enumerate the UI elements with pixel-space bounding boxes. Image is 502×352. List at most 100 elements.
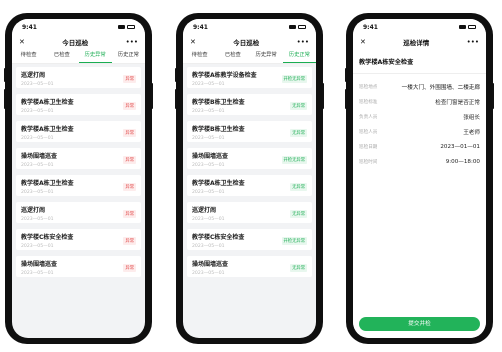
inspection-list: 教学楼A栋教学设备检查 2023—05—01 开检无异常 教学楼B栋卫生检查 2023…	[183, 64, 316, 277]
tab-checked[interactable]: 已检查	[216, 49, 249, 63]
more-icon[interactable]: •••	[467, 38, 479, 46]
item-date: 2023—05—01	[21, 244, 54, 249]
phone-side-button	[345, 68, 347, 82]
phone-side-button	[345, 89, 347, 109]
list-item[interactable]: 巡逻打闹 2023—05—01 异常	[16, 67, 141, 88]
status-badge: 异常	[123, 75, 136, 83]
phone-history-abnormal: 9:41 ✕ 今日巡检 ••• 待检查 已检查 历史异常 历史正常 巡逻打闹 20…	[4, 13, 153, 344]
status-badge: 无异常	[290, 102, 307, 110]
phone-side-button	[492, 83, 494, 109]
status-bar: 9:41	[353, 19, 486, 35]
row-value: 一楼大门、外围围墙、二楼走廊	[401, 84, 480, 91]
row-label: 巡检人员	[359, 129, 378, 135]
detail-heading: 教学楼A栋安全检查	[353, 49, 486, 74]
item-title: 教学楼A栋卫生检查	[21, 126, 74, 133]
list-item[interactable]: 教学楼A栋卫生检查 2023—05—01 异常	[16, 94, 141, 115]
status-time: 9:41	[363, 23, 378, 31]
submit-button[interactable]: 提交并检	[359, 317, 480, 331]
list-item[interactable]: 教学楼C栋安全检查 2023—05—01 异常	[16, 229, 141, 250]
item-title: 巡逻打闹	[21, 207, 46, 214]
phone-side-button	[151, 83, 153, 109]
battery-icon	[298, 25, 306, 29]
nav-bar: ✕ 今日巡检 •••	[12, 35, 145, 49]
item-title: 教学楼C栋安全检查	[21, 234, 74, 241]
list-item[interactable]: 教学楼B栋卫生检查 2023—05—01 无异常	[187, 121, 312, 142]
item-title: 教学楼A栋卫生检查	[21, 180, 74, 187]
detail-row-time: 巡检时间 9:00—18:00	[353, 154, 486, 169]
list-item[interactable]: 巡逻打闹 2023—05—01 无异常	[187, 202, 312, 223]
inspection-list: 巡逻打闹 2023—05—01 异常 教学楼A栋卫生检查 2023—05—01 异常 教…	[12, 64, 145, 277]
list-item[interactable]: 巡逻打闹 2023—05—01 异常	[16, 202, 141, 223]
phone-side-button	[175, 89, 177, 109]
status-badge: 无异常	[290, 129, 307, 137]
detail-row-date: 巡检日期 2023—01—01	[353, 139, 486, 154]
status-bar: 9:41	[12, 19, 145, 35]
status-badge: 开检无异常	[281, 75, 307, 83]
list-item[interactable]: 操场围墙巡查 2023—05—01 无异常	[187, 256, 312, 277]
list-item[interactable]: 教学楼A栋教学设备检查 2023—05—01 开检无异常	[187, 67, 312, 88]
status-icons	[289, 25, 306, 29]
page-title: 今日巡检	[233, 39, 260, 47]
detail-row-standard: 巡检标准 检查门窗是否正常	[353, 94, 486, 109]
page-title: 今日巡检	[62, 39, 89, 47]
tab-history-normal[interactable]: 历史正常	[282, 49, 316, 63]
close-icon[interactable]: ✕	[190, 38, 196, 46]
more-icon[interactable]: •••	[297, 38, 309, 46]
item-date: 2023—05—01	[21, 109, 54, 114]
item-title: 操场围墙巡查	[21, 153, 58, 160]
item-title: 巡逻打闹	[21, 72, 46, 79]
battery-icon	[127, 25, 135, 29]
tab-history-abnormal[interactable]: 历史异常	[250, 49, 283, 63]
detail-row-inspector: 巡检人员 王老师	[353, 124, 486, 139]
item-date: 2023—05—01	[21, 217, 54, 222]
tab-checked[interactable]: 已检查	[45, 49, 78, 63]
status-badge: 开检无异常	[281, 156, 307, 164]
screen: 9:41 ✕ 今日巡检 ••• 待检查 已检查 历史异常 历史正常 巡逻打闹 20…	[12, 19, 145, 338]
list-item[interactable]: 教学楼A栋卫生检查 2023—05—01 异常	[16, 175, 141, 196]
list-item[interactable]: 教学楼A栋卫生检查 2023—05—01 无异常	[187, 175, 312, 196]
phone-side-button	[4, 68, 6, 82]
status-badge: 异常	[123, 237, 136, 245]
detail-panel: ✕ 巡检详情 ••• 教学楼A栋安全检查 巡检地点 一楼大门、外围围墙、二楼走廊 …	[353, 35, 486, 338]
list-item[interactable]: 教学楼A栋卫生检查 2023—05—01 异常	[16, 121, 141, 142]
row-value: 张组长	[463, 114, 480, 121]
status-badge: 异常	[123, 156, 136, 164]
status-time: 9:41	[193, 23, 208, 31]
tab-history-normal[interactable]: 历史正常	[112, 49, 145, 63]
status-badge: 开检无异常	[281, 237, 307, 245]
tab-history-abnormal[interactable]: 历史异常	[78, 49, 112, 63]
status-badge: 异常	[123, 102, 136, 110]
tab-pending[interactable]: 待检查	[12, 49, 45, 63]
item-date: 2023—05—01	[21, 163, 54, 168]
list-item[interactable]: 教学楼C栋安全检查 2023—05—01 开检无异常	[187, 229, 312, 250]
list-item[interactable]: 操场围墙巡查 2023—05—01 异常	[16, 256, 141, 277]
close-icon[interactable]: ✕	[360, 38, 366, 46]
phone-side-button	[175, 68, 177, 82]
battery-icon	[468, 25, 476, 29]
list-item[interactable]: 操场围墙巡查 2023—05—01 异常	[16, 148, 141, 169]
item-date: 2023—05—01	[21, 136, 54, 141]
tab-bar: 待检查 已检查 历史异常 历史正常	[183, 49, 316, 64]
nav-bar: ✕ 今日巡检 •••	[183, 35, 316, 49]
list-item[interactable]: 教学楼B栋卫生检查 2023—05—01 无异常	[187, 94, 312, 115]
signal-icon	[118, 25, 125, 29]
row-label: 巡检日期	[359, 144, 378, 150]
row-value: 2023—01—01	[440, 143, 480, 150]
list-item[interactable]: 操场围墙巡查 2023—05—01 开检无异常	[187, 148, 312, 169]
item-date: 2023—05—01	[21, 271, 54, 276]
status-icons	[459, 25, 476, 29]
status-badge: 异常	[123, 210, 136, 218]
phone-side-button	[322, 83, 324, 109]
close-icon[interactable]: ✕	[19, 38, 25, 46]
phone-inspection-detail: 9:41 ✕ 巡检详情 ••• 教学楼A栋安全检查 巡检地点 一楼大门、外围围墙、…	[345, 13, 494, 344]
tab-bar: 待检查 已检查 历史异常 历史正常	[12, 49, 145, 64]
screen: 9:41 ✕ 巡检详情 ••• 教学楼A栋安全检查 巡检地点 一楼大门、外围围墙、…	[353, 19, 486, 338]
nav-bar: ✕ 巡检详情 •••	[353, 35, 486, 49]
more-icon[interactable]: •••	[126, 38, 138, 46]
signal-icon	[459, 25, 466, 29]
status-badge: 无异常	[290, 183, 307, 191]
tab-pending[interactable]: 待检查	[183, 49, 216, 63]
row-label: 巡检时间	[359, 159, 378, 165]
detail-row-location: 巡检地点 一楼大门、外围围墙、二楼走廊	[353, 79, 486, 94]
page-title: 巡检详情	[403, 39, 430, 47]
